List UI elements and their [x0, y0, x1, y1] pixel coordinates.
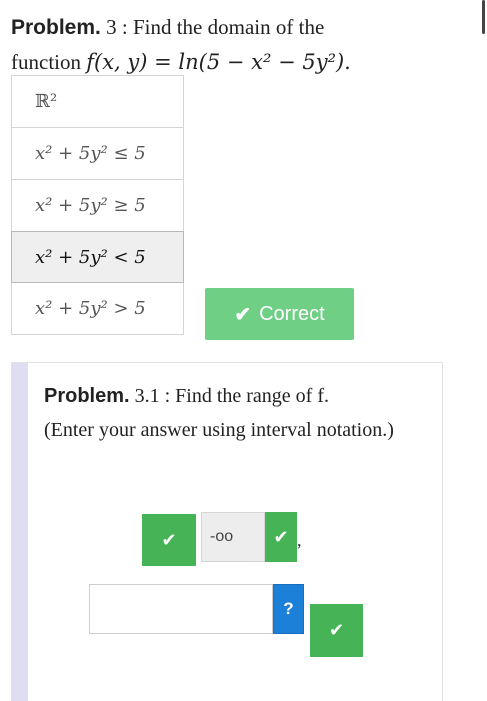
subproblem-statement: Problem. 3.1 : Find the range of f. (Ent… [44, 385, 394, 441]
subproblem-instruction: (Enter your answer using interval notati… [44, 419, 394, 441]
option-r2[interactable]: ℝ² [12, 76, 183, 128]
problem-text-2: function [11, 50, 81, 74]
subproblem-label: Problem. [44, 385, 130, 407]
option-label: x² + 5y² > 5 [35, 298, 146, 319]
lower-bound-value: -oo [210, 528, 234, 545]
option-label: ℝ² [35, 91, 58, 112]
check-icon: ✔ [328, 620, 345, 641]
check-icon: ✔ [273, 526, 289, 548]
check-icon: ✔ [161, 529, 177, 551]
problem-label: Problem. [11, 16, 101, 39]
scrollbar[interactable] [482, 0, 485, 34]
subproblem-number: 3.1 [134, 385, 160, 407]
answer-options: ℝ² x² + 5y² ≤ 5 x² + 5y² ≥ 5 x² + 5y² < … [11, 75, 184, 335]
option-lt-5[interactable]: x² + 5y² < 5 [11, 231, 184, 283]
panel-stripe [12, 363, 28, 701]
correct-label: Correct [259, 302, 325, 325]
help-label: ? [283, 599, 294, 618]
help-button[interactable]: ? [273, 584, 304, 634]
check-button-lower-bound[interactable]: ✔ [265, 512, 297, 562]
option-label: x² + 5y² < 5 [35, 246, 146, 268]
function-expression: f(x, y) = ln(5 − x² − 5y²). [86, 50, 351, 74]
option-label: x² + 5y² ≥ 5 [35, 195, 146, 216]
check-button-left[interactable]: ✔ [142, 514, 196, 566]
option-le-5[interactable]: x² + 5y² ≤ 5 [12, 128, 183, 180]
problem-number: 3 [106, 15, 117, 39]
option-ge-5[interactable]: x² + 5y² ≥ 5 [12, 180, 183, 232]
check-button-answer[interactable]: ✔ [310, 604, 363, 657]
check-icon: ✔ [234, 303, 252, 326]
lower-bound-field[interactable]: -oo [201, 512, 265, 562]
correct-badge: ✔ Correct [205, 288, 354, 340]
interval-comma: , [297, 530, 302, 550]
option-label: x² + 5y² ≤ 5 [35, 143, 146, 164]
problem-statement: Problem. 3 : Find the domain of the func… [11, 15, 351, 74]
problem-text-1: Find the domain of the [132, 15, 325, 39]
subproblem-text: Find the range of f. [175, 385, 329, 407]
range-answer-input[interactable] [89, 584, 273, 634]
option-gt-5[interactable]: x² + 5y² > 5 [12, 283, 183, 335]
